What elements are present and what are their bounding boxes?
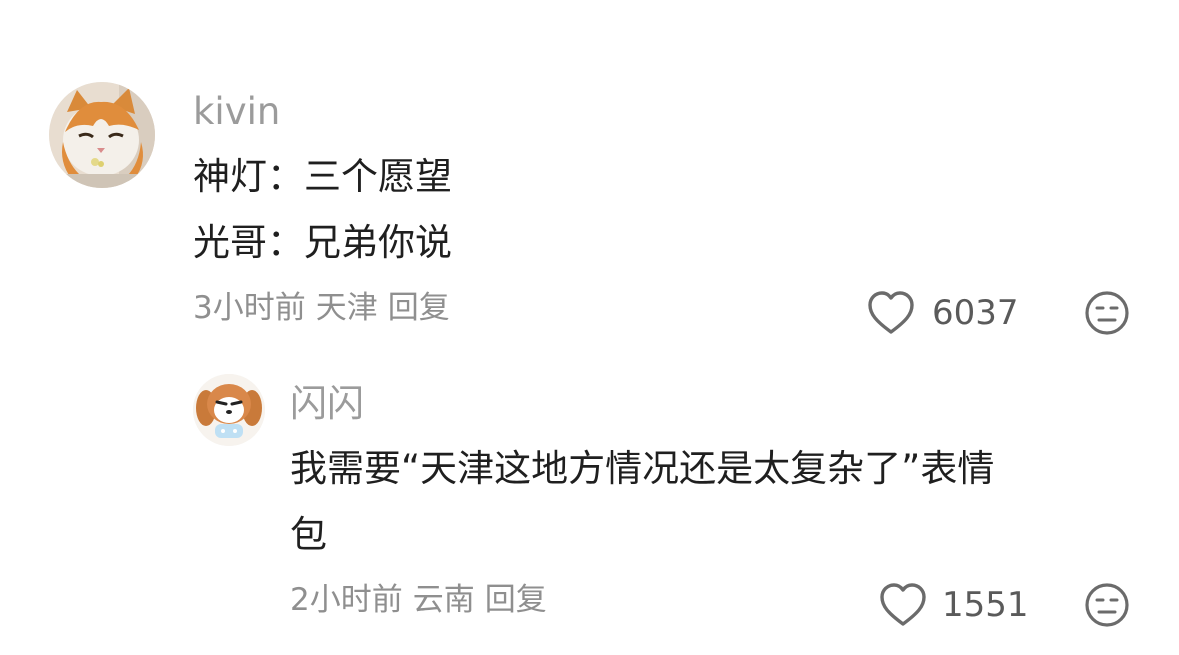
like-count: 6037 (932, 293, 1019, 333)
comment-text-line: 我需要“天津这地方情况还是太复杂了”表情 (290, 447, 995, 490)
dog-cartoon-avatar-image (193, 374, 265, 446)
comment-meta: 3小时前 天津 回复 (193, 293, 460, 324)
comment-text-line: 包 (290, 513, 327, 556)
location: 天津 (315, 290, 378, 326)
dislike-button[interactable] (1084, 290, 1130, 336)
reply-button[interactable]: 回复 (388, 290, 450, 326)
like-button[interactable] (866, 290, 916, 336)
username[interactable]: 闪闪 (290, 385, 364, 422)
dislike-button[interactable] (1084, 582, 1130, 628)
username[interactable]: kivin (193, 93, 280, 130)
avatar[interactable] (49, 82, 155, 188)
location: 云南 (412, 582, 475, 618)
heart-outline-icon (880, 583, 926, 626)
like-button[interactable] (878, 582, 928, 628)
reply-comment: 闪闪 我需要“天津这地方情况还是太复杂了”表情 包 2小时前 云南 回复 1551 (0, 345, 1179, 655)
heart-outline-icon (868, 291, 914, 334)
comment-text-line: 光哥：兄弟你说 (193, 221, 452, 264)
meh-face-icon (1085, 291, 1129, 335)
timestamp: 3小时前 (193, 290, 306, 326)
like-count: 1551 (942, 585, 1029, 625)
comment-text-line: 神灯：三个愿望 (193, 155, 452, 198)
timestamp: 2小时前 (290, 582, 403, 618)
meh-face-icon (1085, 583, 1129, 627)
reply-button[interactable]: 回复 (485, 582, 547, 618)
avatar[interactable] (193, 374, 265, 446)
comment: kivin 神灯：三个愿望 光哥：兄弟你说 3小时前 天津 回复 6037 (0, 0, 1179, 345)
comment-meta: 2小时前 云南 回复 (290, 585, 557, 616)
cat-avatar-image (49, 82, 155, 188)
